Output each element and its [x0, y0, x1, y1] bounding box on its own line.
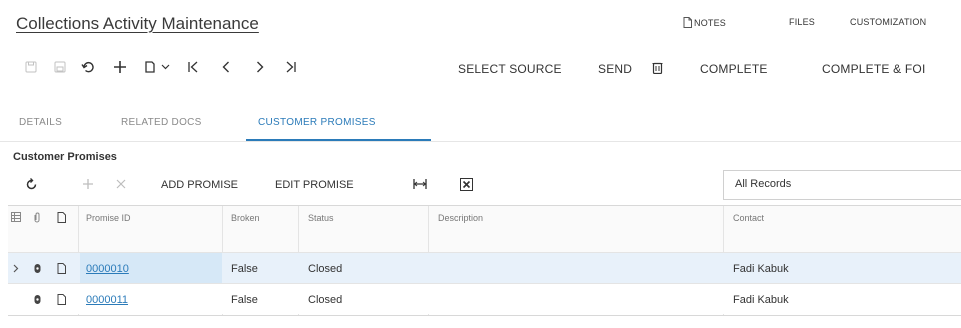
tab-related-docs[interactable]: RELATED DOCS — [121, 117, 202, 128]
cell-contact: Fadi Kabuk — [733, 294, 789, 306]
grid-bottom-border — [8, 315, 961, 316]
add-row-icon[interactable] — [80, 176, 96, 192]
column-header-status[interactable]: Status — [308, 213, 334, 223]
delete-icon[interactable] — [648, 58, 666, 76]
save-close-icon[interactable] — [51, 58, 69, 76]
cell-status: Closed — [308, 263, 343, 275]
complete-button[interactable]: COMPLETE — [700, 62, 768, 76]
tabs-divider — [0, 141, 961, 142]
promise-id-link[interactable]: 0000010 — [86, 263, 129, 275]
grid-header — [8, 206, 961, 252]
active-tab-indicator — [246, 139, 431, 141]
cell-contact: Fadi Kabuk — [733, 263, 789, 275]
previous-icon[interactable] — [217, 58, 235, 76]
promise-id-link[interactable]: 0000011 — [86, 294, 128, 306]
row-current-chevron-icon — [8, 260, 24, 276]
delete-row-icon[interactable] — [113, 176, 129, 192]
table-row[interactable] — [8, 284, 961, 314]
undo-icon[interactable] — [79, 58, 97, 76]
selector-column-icon[interactable] — [8, 209, 24, 225]
page-title: Collections Activity Maintenance — [16, 14, 259, 33]
export-excel-icon[interactable] — [458, 176, 474, 192]
note-icon[interactable] — [53, 260, 69, 276]
next-icon[interactable] — [251, 58, 269, 76]
add-promise-button[interactable]: ADD PROMISE — [161, 179, 238, 191]
row-divider — [8, 252, 961, 253]
add-icon[interactable] — [111, 58, 129, 76]
complete-follow-button[interactable]: COMPLETE & FOI — [822, 62, 925, 76]
tab-customer-promises[interactable]: CUSTOMER PROMISES — [258, 117, 376, 128]
section-title: Customer Promises — [13, 151, 117, 163]
last-icon[interactable] — [282, 58, 300, 76]
note-icon — [683, 17, 692, 30]
first-icon[interactable] — [184, 58, 202, 76]
fit-columns-icon[interactable] — [412, 176, 428, 192]
attachment-column-icon — [29, 209, 45, 225]
tab-details[interactable]: DETAILS — [19, 117, 62, 128]
select-source-button[interactable]: SELECT SOURCE — [458, 62, 562, 76]
column-header-description[interactable]: Description — [438, 213, 483, 223]
send-button[interactable]: SEND — [598, 62, 632, 76]
note-column-icon — [53, 209, 69, 225]
records-filter-value: All Records — [735, 178, 792, 190]
attachment-icon[interactable] — [29, 291, 45, 307]
notes-label: NOTES — [694, 18, 727, 28]
save-icon[interactable] — [22, 58, 40, 76]
files-link[interactable]: FILES — [789, 17, 815, 27]
column-header-promise-id[interactable]: Promise ID — [86, 213, 131, 223]
cell-broken: False — [231, 263, 258, 275]
note-icon[interactable] — [53, 291, 69, 307]
cell-status: Closed — [308, 294, 343, 306]
customization-link[interactable]: CUSTOMIZATION — [850, 17, 926, 27]
column-header-broken[interactable]: Broken — [231, 213, 260, 223]
chevron-down-icon[interactable] — [156, 58, 174, 76]
column-header-contact[interactable]: Contact — [733, 213, 764, 223]
notes-link[interactable]: NOTES — [683, 17, 726, 30]
attachment-icon[interactable] — [29, 260, 45, 276]
cell-broken: False — [231, 294, 258, 306]
refresh-icon[interactable] — [23, 176, 39, 192]
edit-promise-button[interactable]: EDIT PROMISE — [275, 179, 354, 191]
